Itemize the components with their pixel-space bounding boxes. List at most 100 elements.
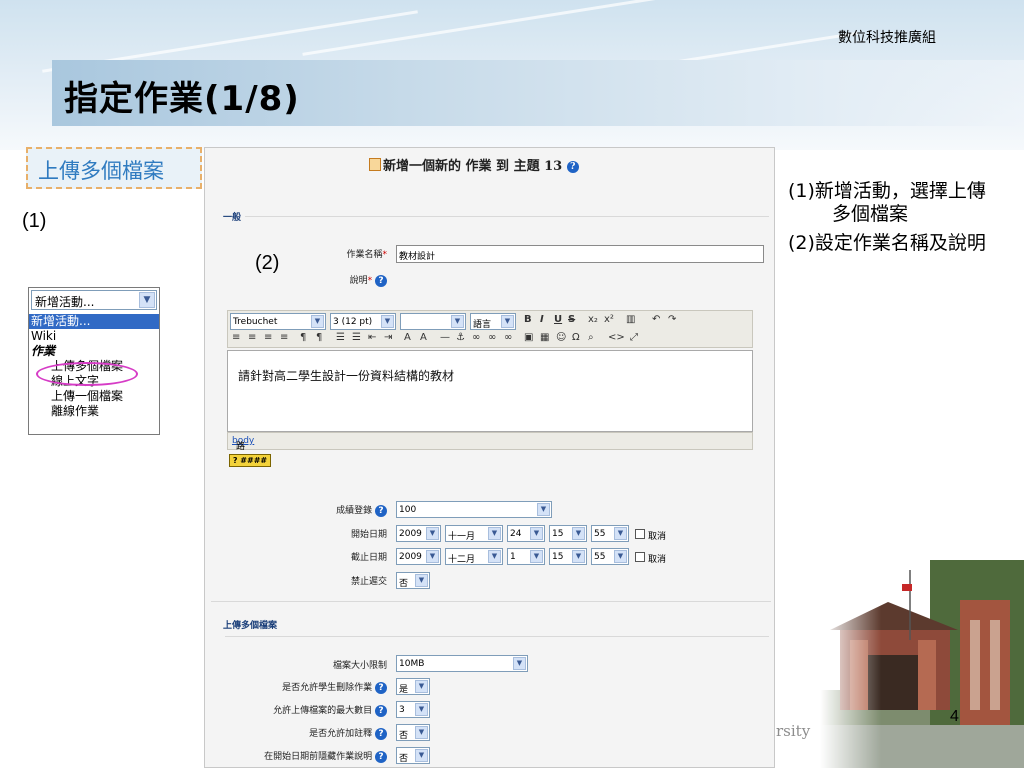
superscript-button[interactable]: x² [604,314,614,325]
instruction-notes: (1)新增活動，選擇上傳多個檔案 (2)設定作業名稱及說明 [788,180,988,261]
activity-group: 作業 [31,344,56,358]
due-hour-select[interactable]: 15 ▼ [549,548,587,565]
language-select[interactable]: 語言 ▼ [470,313,516,330]
subheading-text: 上傳多個檔案 [38,159,164,183]
start-month-select[interactable]: 十一月 ▼ [445,525,503,542]
start-date-label: 開始日期 [350,530,387,540]
align-right-icon[interactable]: ≡ [264,332,272,343]
prevent-late-select[interactable]: 否 ▼ [396,572,430,589]
help-icon[interactable]: ? [375,681,387,694]
help-icon[interactable]: ? [566,160,579,173]
max-size-select[interactable]: 10MB ▼ [396,655,528,672]
note-item: (1)新增活動，選擇上傳多個檔案 [788,180,986,225]
italic-button[interactable]: I [540,314,544,325]
section-divider [225,636,769,637]
size-select[interactable]: 3 (12 pt) ▼ [330,313,396,330]
name-label: 作業名稱* [346,250,387,260]
section-divider [245,216,769,217]
upload-section-label: 上傳多個檔案 [223,621,278,631]
indent-icon[interactable]: ⇥ [384,332,392,343]
fullscreen-icon[interactable]: ⤢ [630,332,638,343]
campus-gate-illustration [820,540,1024,768]
horizontal-rule-icon[interactable]: — [440,332,450,343]
html-source-icon[interactable]: <> [608,332,625,343]
add-activity-dropdown[interactable]: 新增活動... ▼ 新增活動... Wiki 作業 上傳多個檔案 線上文字 上傳… [28,287,160,435]
special-char-icon[interactable]: Ω [572,332,580,343]
max-files-select[interactable]: 3 ▼ [396,701,430,718]
help-icon[interactable]: ? [375,274,387,287]
step2-label: (2) [255,252,280,274]
ltr-icon[interactable]: ¶ [300,332,306,343]
due-date-label: 截止日期 [350,553,387,563]
align-left-icon[interactable]: ≡ [232,332,240,343]
due-disable-checkbox[interactable] [635,552,645,562]
activity-option[interactable]: 上傳一個檔案 [29,389,159,404]
start-minute-select[interactable]: 55 ▼ [591,525,629,542]
help-icon[interactable]: ? [375,704,387,717]
allow-notes-label: 是否允許加註釋 ? [209,726,387,740]
organization-label: 數位科技推廣組 [838,30,936,46]
add-activity-select[interactable]: 新增活動... ▼ [31,290,157,310]
activity-option[interactable]: 新增活動... [29,314,159,329]
align-center-icon[interactable]: ≡ [248,332,256,343]
due-disable-label: 取消 [648,555,667,565]
max-size-label: 檔案大小限制 [332,661,387,671]
description-label: 說明* ? [209,273,387,287]
text-color-icon[interactable]: A [404,332,411,343]
note-item: (2)設定作業名稱及說明 [788,232,986,254]
redo-button[interactable]: ↷ [668,314,676,325]
allow-delete-select[interactable]: 是 ▼ [396,678,430,695]
start-day-select[interactable]: 24 ▼ [507,525,545,542]
activity-option[interactable]: 離線作業 [29,404,159,419]
help-icon[interactable]: ? [375,750,387,763]
rtl-icon[interactable]: ¶ [316,332,322,343]
help-icon[interactable]: ? [375,727,387,740]
ordered-list-icon[interactable]: ☰ [336,332,345,343]
activity-option[interactable]: Wiki [29,329,159,344]
allow-notes-select[interactable]: 否 ▼ [396,724,430,741]
justify-icon[interactable]: ≡ [280,332,288,343]
due-year-select[interactable]: 2009 ▼ [396,548,441,565]
hide-desc-select[interactable]: 否 ▼ [396,747,430,764]
grade-label: 成績登錄 ? [209,503,387,517]
name-input[interactable]: 教材設計 [396,245,764,263]
editor-path-bar: 路徑: body [227,432,753,465]
start-hour-select[interactable]: 15 ▼ [549,525,587,542]
bg-color-icon[interactable]: A [420,332,427,343]
strikethrough-button[interactable]: S [568,314,575,325]
grade-select[interactable]: 100 ▼ [396,501,552,518]
table-icon[interactable]: ▦ [540,332,549,343]
undo-button[interactable]: ↶ [652,314,660,325]
start-disable-checkbox[interactable] [635,529,645,539]
link-icon[interactable]: ∞ [472,332,480,343]
watermark-text: rsity [776,722,811,740]
due-month-select[interactable]: 十二月 ▼ [445,548,503,565]
start-year-select[interactable]: 2009 ▼ [396,525,441,542]
subscript-button[interactable]: x₂ [588,314,598,325]
underline-button[interactable]: U [554,314,562,325]
outdent-icon[interactable]: ⇤ [368,332,376,343]
image-icon[interactable]: ▣ [524,332,533,343]
chevron-down-icon[interactable]: ▼ [139,292,155,308]
description-editor[interactable]: 請針對高二學生設計一份資料結構的教材 [227,350,753,432]
due-minute-select[interactable]: 55 ▼ [591,548,629,565]
nolink-icon[interactable]: ∞ [504,332,512,343]
clean-word-button[interactable]: ▥ [626,314,635,325]
search-replace-icon[interactable]: ⌕ [588,332,594,343]
page-number: 4 [950,708,959,725]
font-select[interactable]: Trebuchet ▼ [230,313,326,330]
due-day-select[interactable]: 1 ▼ [507,548,545,565]
allow-delete-label: 是否允許學生刪除作業 ? [209,680,387,694]
bold-button[interactable]: B [524,314,532,325]
help-icon[interactable]: ? [375,504,387,517]
slide-title: 指定作業(1/8) [64,79,300,119]
smiley-icon[interactable]: ☺ [556,332,566,343]
unlink-icon[interactable]: ∞ [488,332,496,343]
style-select[interactable]: ▼ [400,313,466,330]
editor-help-button[interactable]: ? #### [229,454,271,467]
anchor-icon[interactable]: ⚓ [456,332,465,343]
unordered-list-icon[interactable]: ☰ [352,332,361,343]
section-divider [211,601,771,602]
highlight-oval [36,362,138,386]
general-section-label: 一般 [223,213,242,223]
